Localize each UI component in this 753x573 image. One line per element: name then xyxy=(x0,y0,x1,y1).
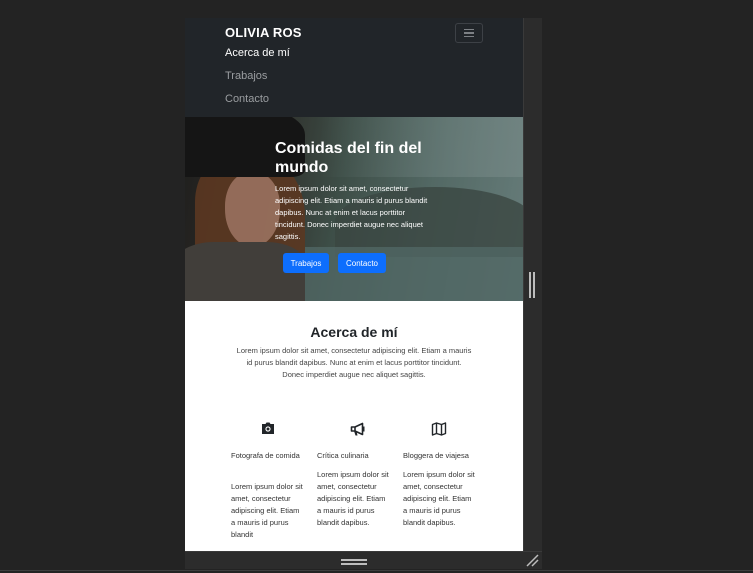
brand-logo[interactable]: OLIVIA ROS xyxy=(225,25,302,40)
nav-link-contacto[interactable]: Contacto xyxy=(225,93,269,105)
trabajos-button[interactable]: Trabajos xyxy=(283,253,329,273)
hero-banner: Comidas del fin del mundo Lorem ipsum do… xyxy=(185,117,523,301)
hamburger-menu-icon[interactable] xyxy=(455,23,483,43)
about-text: Lorem ipsum dolor sit amet, consectetur … xyxy=(236,346,472,379)
feature-title: Fotografa de comida xyxy=(231,451,300,460)
window-edge xyxy=(0,570,753,571)
site-navbar: OLIVIA ROS Acerca de mí Trabajos Contact… xyxy=(185,18,523,117)
nav-link-acerca[interactable]: Acerca de mí xyxy=(225,47,290,59)
megaphone-icon xyxy=(350,422,365,436)
responsive-viewport: OLIVIA ROS Acerca de mí Trabajos Contact… xyxy=(185,18,523,551)
height-resize-handle[interactable] xyxy=(341,559,367,565)
about-title: Acerca de mí xyxy=(310,324,398,340)
feature-title: Bloggera de viajesa xyxy=(403,451,469,460)
feature-title: Crítica culinaria xyxy=(317,451,369,460)
nav-link-trabajos[interactable]: Trabajos xyxy=(225,70,267,82)
feature-text: Lorem ipsum dolor sit amet, consectetur … xyxy=(317,470,389,527)
hero-title: Comidas del fin del mundo xyxy=(275,140,422,176)
corner-resize-icon[interactable] xyxy=(525,553,539,567)
feature-text: Lorem ipsum dolor sit amet, consectetur … xyxy=(403,470,475,527)
camera-icon xyxy=(262,422,274,434)
hero-text: Lorem ipsum dolor sit amet, consectetur … xyxy=(275,184,428,241)
map-icon xyxy=(431,422,447,436)
width-resize-handle[interactable] xyxy=(529,272,535,298)
feature-text: Lorem ipsum dolor sit amet, consectetur … xyxy=(231,482,303,539)
contacto-button[interactable]: Contacto xyxy=(338,253,386,273)
